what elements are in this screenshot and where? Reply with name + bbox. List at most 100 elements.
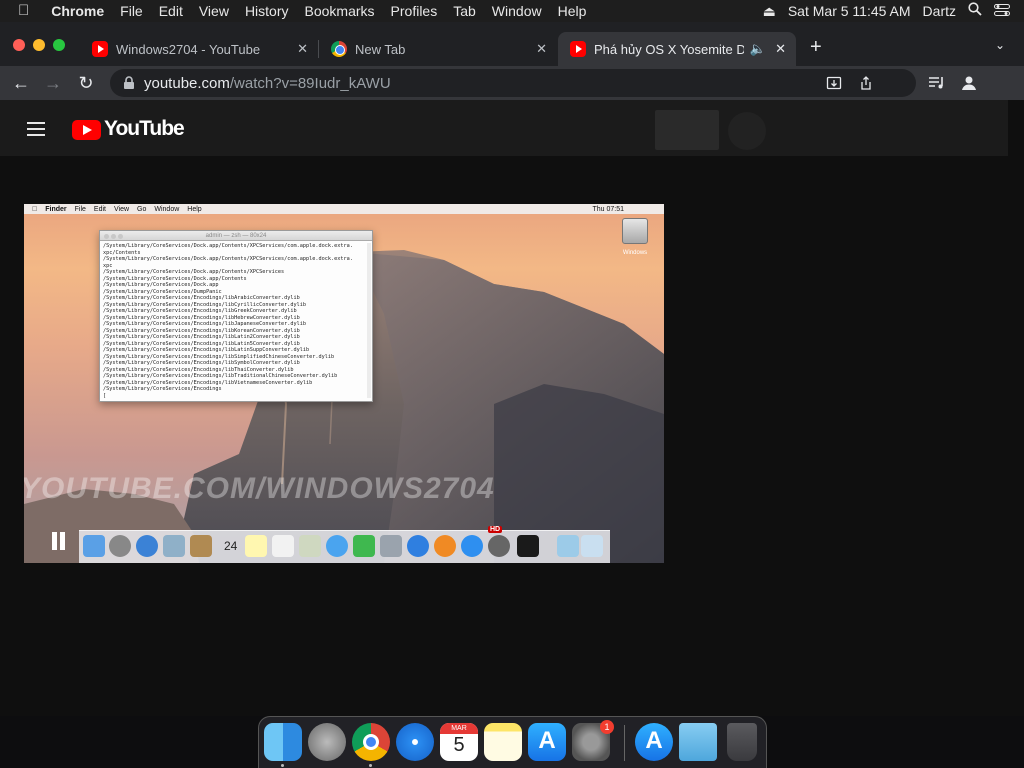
tab-title: Windows2704 - YouTube <box>116 41 261 57</box>
tab-yosemite-video[interactable]: Phá hủy OS X Yosemite DP 🔈 ✕ <box>558 32 796 66</box>
guest-menu-help: Help <box>182 205 201 213</box>
pause-icon[interactable] <box>52 532 68 550</box>
youtube-favicon-icon <box>570 41 586 57</box>
running-indicator <box>281 764 284 767</box>
profile-avatar-icon[interactable] <box>956 70 982 96</box>
forward-arrow-icon[interactable]: → <box>40 70 66 96</box>
guest-app-store-icon <box>461 535 483 557</box>
menu-history[interactable]: History <box>237 0 297 22</box>
guest-safari-icon <box>136 535 158 557</box>
guest-photo-booth-icon <box>380 535 402 557</box>
guest-menu-file: File <box>69 205 86 213</box>
media-controls-icon[interactable] <box>924 70 950 96</box>
safari-icon[interactable] <box>396 723 434 761</box>
menu-datetime[interactable]: Sat Mar 5 11:45 AM <box>782 0 917 22</box>
guest-terminal-icon <box>517 535 539 557</box>
trash-icon[interactable] <box>727 723 757 761</box>
guest-clock: Thu 07:51 <box>592 205 624 213</box>
terminal-title: admin — zsh — 80x24 <box>205 233 267 239</box>
maximize-window-button[interactable] <box>53 39 65 51</box>
calendar-day: 5 <box>453 734 465 756</box>
hard-disk-icon <box>622 218 648 244</box>
guest-facetime-icon <box>353 535 375 557</box>
app-store-icon[interactable]: A <box>528 723 566 761</box>
hard-disk-label: Windows <box>622 250 648 256</box>
guest-calendar-day: 24 <box>224 539 238 553</box>
youtube-header: YouTube <box>0 100 1008 156</box>
minimize-window-button[interactable] <box>33 39 45 51</box>
share-icon[interactable] <box>858 75 874 96</box>
guest-menu-edit: Edit <box>88 205 106 213</box>
close-window-button[interactable] <box>13 39 25 51</box>
close-tab-icon[interactable]: ✕ <box>775 41 786 57</box>
browser-toolbar: ← → ↻ youtube.com/watch?v=89Iudr_kAWU <box>0 66 1024 100</box>
chrome-icon[interactable] <box>352 723 390 761</box>
menu-edit[interactable]: Edit <box>151 0 191 22</box>
tab-title: Phá hủy OS X Yosemite DP <box>594 41 744 57</box>
menu-tab[interactable]: Tab <box>445 0 484 22</box>
calendar-icon[interactable]: MAR 5 <box>440 723 478 761</box>
downloads-folder-icon[interactable] <box>679 723 717 761</box>
control-center-icon[interactable] <box>988 0 1024 22</box>
menu-help[interactable]: Help <box>550 0 595 22</box>
guest-menu-bar:  Finder File Edit View Go Window Help T… <box>24 204 664 214</box>
address-bar[interactable]: youtube.com/watch?v=89Iudr_kAWU <box>110 69 916 97</box>
settings-badge: 1 <box>600 720 614 734</box>
menu-window[interactable]: Window <box>484 0 550 22</box>
back-arrow-icon[interactable]: ← <box>8 70 34 96</box>
finder-icon[interactable] <box>264 723 302 761</box>
terminal-title-bar: admin — zsh — 80x24 <box>100 231 372 241</box>
hd-badge: HD <box>488 526 503 533</box>
guest-menu-window: Window <box>149 205 179 213</box>
tab-title: New Tab <box>355 41 406 57</box>
youtube-logo-icon[interactable] <box>72 120 101 140</box>
guest-menu-go: Go <box>131 205 146 213</box>
guest-notes-icon <box>245 535 267 557</box>
spotlight-search-icon[interactable] <box>962 0 988 22</box>
chrome-favicon-icon <box>331 41 347 57</box>
video-player[interactable]:  Finder File Edit View Go Window Help T… <box>24 204 664 563</box>
menu-hamburger-icon[interactable] <box>27 122 45 140</box>
menu-app-name[interactable]: Chrome <box>43 0 112 22</box>
chrome-window: Windows2704 - YouTube ✕ New Tab ✕ Phá hủ… <box>0 22 1024 716</box>
terminal-line: [ <box>103 392 107 399</box>
launchpad-icon[interactable] <box>308 723 346 761</box>
guest-maps-icon <box>299 535 321 557</box>
url-host: youtube.com <box>144 74 230 92</box>
loading-placeholder <box>655 110 719 150</box>
new-tab-icon[interactable]: + <box>810 36 822 59</box>
guest-dock: 24 <box>79 530 610 563</box>
close-tab-icon[interactable]: ✕ <box>536 41 547 57</box>
macos-dock: MAR 5 A 1 A <box>258 716 767 768</box>
menu-view[interactable]: View <box>191 0 237 22</box>
tab-new-tab[interactable]: New Tab ✕ <box>319 32 557 66</box>
close-tab-icon[interactable]: ✕ <box>297 41 308 57</box>
youtube-logo-text[interactable]: YouTube <box>104 117 185 141</box>
install-app-icon[interactable] <box>826 75 842 96</box>
menu-bookmarks[interactable]: Bookmarks <box>297 0 383 22</box>
tab-windows2704-youtube[interactable]: Windows2704 - YouTube ✕ <box>80 32 318 66</box>
guest-system-preferences-icon <box>488 535 510 557</box>
app-store-download-icon[interactable]: A <box>635 723 673 761</box>
reload-icon[interactable]: ↻ <box>73 70 99 96</box>
guest-launchpad-icon <box>109 535 131 557</box>
guest-menu-finder: Finder <box>40 205 66 213</box>
guest-mail-icon <box>163 535 185 557</box>
audio-playing-icon[interactable]: 🔈 <box>750 41 766 57</box>
youtube-favicon-icon <box>92 41 108 57</box>
menu-profiles[interactable]: Profiles <box>383 0 446 22</box>
notes-icon[interactable] <box>484 723 522 761</box>
guest-apple-icon:  <box>24 206 41 213</box>
guest-folder-icon <box>557 535 579 557</box>
menu-file[interactable]: File <box>112 0 151 22</box>
dock-divider <box>624 725 625 761</box>
terminal-output: /System/Library/CoreServices/Dock.app/Co… <box>100 241 372 399</box>
url-text: youtube.com/watch?v=89Iudr_kAWU <box>144 75 391 92</box>
menu-user[interactable]: Dartz <box>917 0 962 22</box>
tab-search-chevron-icon[interactable]: ⌄ <box>995 38 1005 52</box>
eject-icon[interactable]: ⏏ <box>757 0 782 22</box>
terminal-line: /System/Library/CoreServices/Encodings/l… <box>103 373 338 379</box>
apple-menu-icon[interactable]:  <box>0 0 43 22</box>
loading-avatar-placeholder <box>728 112 766 150</box>
guest-itunes-icon <box>407 535 429 557</box>
